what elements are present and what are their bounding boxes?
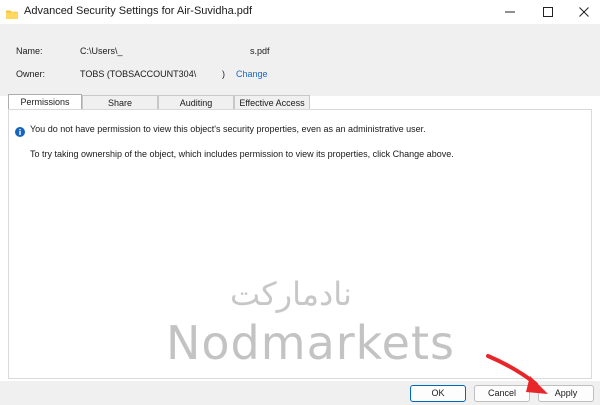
change-owner-link[interactable]: Change [236,69,268,79]
title-bar: Advanced Security Settings for Air-Suvid… [0,0,600,24]
close-button[interactable] [566,0,600,24]
tab-permissions[interactable]: Permissions [8,94,82,110]
security-settings-window: Advanced Security Settings for Air-Suvid… [0,0,600,405]
tab-effective-access[interactable]: Effective Access [234,95,310,109]
info-icon [15,124,25,137]
minimize-button[interactable] [492,0,528,24]
maximize-button[interactable] [530,0,566,24]
take-ownership-hint: To try taking ownership of the object, w… [30,149,454,159]
ok-button[interactable]: OK [410,385,466,402]
tab-auditing[interactable]: Auditing [158,95,234,109]
name-value: C:\Users\_ [80,46,123,56]
close-icon [579,7,589,17]
name-label: Name: [16,46,43,56]
no-permission-message: You do not have permission to view this … [30,124,426,134]
window-title: Advanced Security Settings for Air-Suvid… [24,5,253,17]
folder-icon [6,6,18,19]
object-info-area [0,24,600,96]
owner-value-suffix: ) [222,69,225,79]
minimize-icon [505,11,515,13]
owner-value: TOBS (TOBSACCOUNT304\ [80,69,197,79]
name-value-suffix: s.pdf [250,46,270,56]
watermark-arabic: نادمارکت [230,275,352,313]
red-arrow-icon [486,354,548,394]
owner-label: Owner: [16,69,46,79]
watermark-logo: Nodmarkets [166,316,455,370]
maximize-icon [543,7,553,17]
tab-share[interactable]: Share [82,95,158,109]
